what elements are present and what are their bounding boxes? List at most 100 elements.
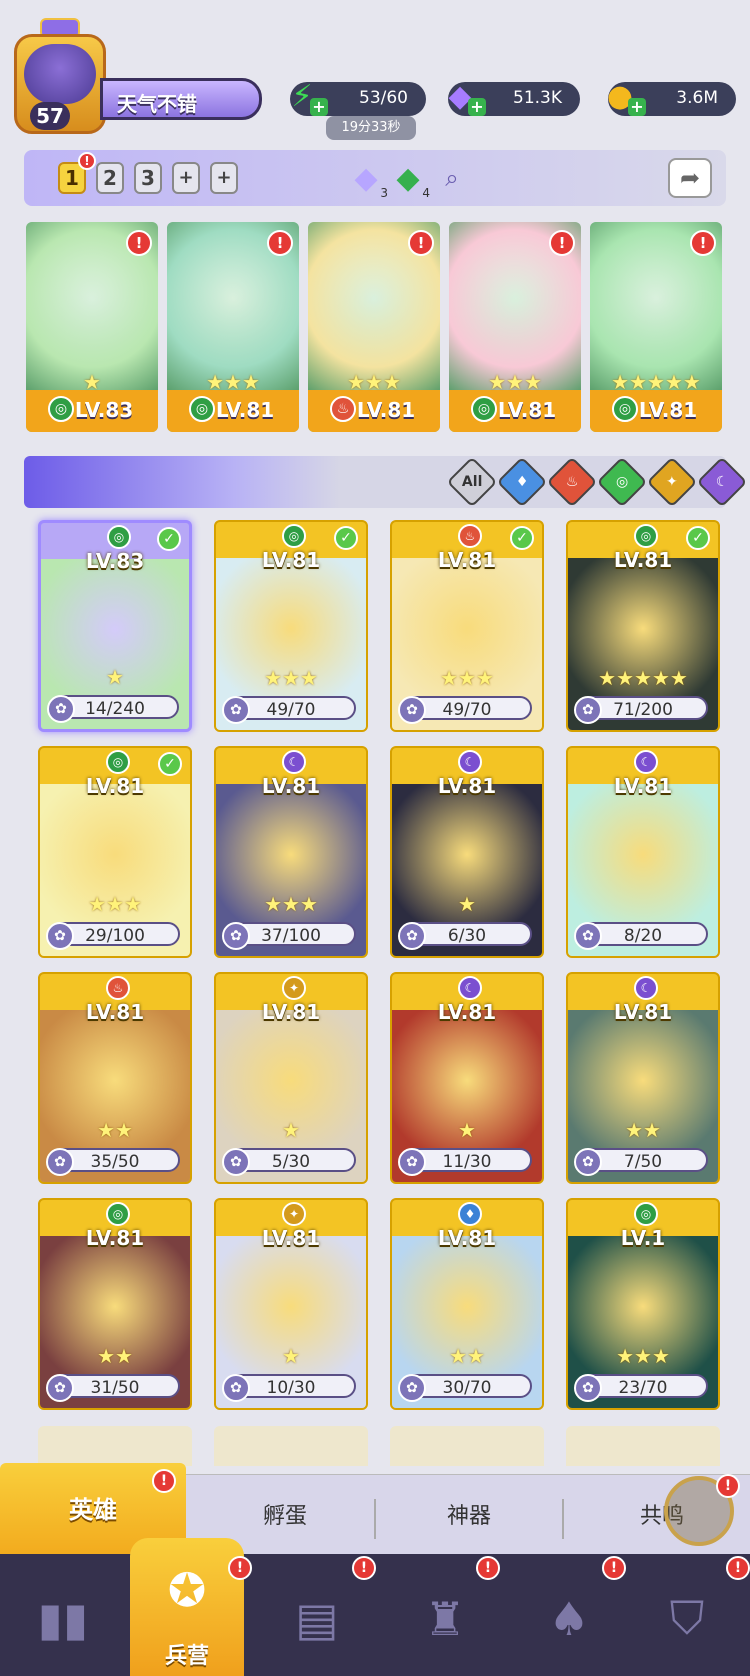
alert-badge: ! [716, 1474, 740, 1498]
hero-card[interactable]: ◎ ✓ LV.81 ★★★ 29/100 ✿ [38, 746, 192, 958]
lineup-hero-card[interactable]: ★ ◎ LV.83! [26, 222, 158, 432]
mushroom-icon[interactable]: ♠ [522, 1572, 616, 1666]
star-rating: ★ [282, 1344, 300, 1368]
hero-card[interactable]: ◎ ✓ LV.81 ★★★★★ 71/200 ✿ [566, 520, 720, 732]
star-rating: ★★★★★ [611, 370, 701, 394]
castle-icon[interactable]: ♜ [398, 1572, 492, 1666]
filter-all-button[interactable]: All [446, 456, 498, 508]
hero-card-partial[interactable] [566, 1426, 720, 1466]
gem-counter[interactable]: ◆ + 51.3K [448, 79, 580, 116]
star-rating: ★ [106, 665, 124, 689]
add-gold-icon[interactable]: + [628, 98, 646, 116]
check-icon: ✓ [158, 752, 182, 776]
shard-icon: ✿ [574, 696, 602, 724]
hero-level: LV.81 [356, 398, 416, 422]
sub-tab-bar: 英雄 ! 孵蛋 神器 共鸣 [0, 1463, 750, 1557]
star-rating: ★★ [625, 1118, 661, 1142]
nav-barracks-label: 兵营 [164, 1644, 209, 1669]
add-energy-icon[interactable]: + [310, 98, 328, 116]
shard-icon: ✿ [46, 922, 74, 950]
hero-level: LV.81 [437, 1226, 497, 1250]
hero-card[interactable]: ◎ ✓ LV.81 ★★★ 49/70 ✿ [214, 520, 368, 732]
hero-card[interactable]: ◎ ✓ LV.83 ★ 14/240 ✿ [38, 520, 192, 732]
tab-hatch[interactable]: 孵蛋 [200, 1497, 370, 1537]
shard-icon: ✿ [574, 1374, 602, 1402]
energy-counter[interactable]: ⚡ + 53/60 [290, 79, 426, 116]
star-rating: ★★ [97, 1118, 133, 1142]
hero-card[interactable]: ☾ LV.81 ★ 6/30 ✿ [390, 746, 544, 958]
hero-card-partial[interactable] [390, 1426, 544, 1466]
hero-card[interactable]: ◎ LV.1 ★★★ 23/70 ✿ [566, 1198, 720, 1410]
add-gems-icon[interactable]: + [468, 98, 486, 116]
add-team-button[interactable]: + [210, 162, 238, 194]
hero-card[interactable]: ☾ LV.81 8/20 ✿ [566, 746, 720, 958]
hero-card[interactable]: ◎ LV.81 ★★ 31/50 ✿ [38, 1198, 192, 1410]
lineup-hero-card[interactable]: ★★★ ◎ LV.81! [167, 222, 299, 432]
hero-level: LV.81 [613, 548, 673, 572]
nav-barracks[interactable]: ✪ 兵营 [130, 1538, 244, 1676]
element-icon: ◎ [634, 524, 658, 548]
alert-badge: ! [476, 1556, 500, 1580]
share-button[interactable]: ➦ [668, 158, 712, 198]
element-icon: ◎ [106, 1202, 130, 1226]
filter-wind-icon[interactable]: ◎ [596, 456, 648, 508]
star-rating: ★★★ [440, 666, 494, 690]
lineup-hero-card[interactable]: ★★★ ◎ LV.81! [449, 222, 581, 432]
shard-icon: ✿ [574, 922, 602, 950]
alert-badge: ! [152, 1469, 176, 1493]
divider [374, 1499, 376, 1539]
hero-card[interactable]: ♨ LV.81 ★★ 35/50 ✿ [38, 972, 192, 1184]
shield-icon[interactable]: ⛉ [640, 1572, 734, 1666]
lineup-hero-card[interactable]: ★★★★★ ◎ LV.81! [590, 222, 722, 432]
hero-level: LV.83 [85, 549, 145, 573]
hero-card-partial[interactable] [38, 1426, 192, 1466]
player-avatar[interactable]: 57 [10, 16, 110, 144]
hero-card[interactable]: ♦ LV.81 ★★ 30/70 ✿ [390, 1198, 544, 1410]
hero-level: LV.81 [261, 774, 321, 798]
alert-badge: ! [726, 1556, 750, 1580]
magnify-icon[interactable]: ⌕ [432, 158, 472, 198]
purple-crystal-icon[interactable]: ◆ 3 [346, 158, 388, 201]
star-rating: ★★ [449, 1344, 485, 1368]
hero-level: LV.81 [613, 774, 673, 798]
gold-value: 3.6M [676, 88, 718, 108]
filter-dark-icon[interactable]: ☾ [696, 456, 748, 508]
gems-value: 51.3K [513, 88, 562, 108]
element-icon: ✦ [282, 976, 306, 1000]
lineup-hero-card[interactable]: ★★★ ♨ LV.81! [308, 222, 440, 432]
star-rating: ★★★ [616, 1344, 670, 1368]
energy-timer: 19分33秒 [326, 116, 416, 140]
hero-card[interactable]: ☾ LV.81 ★★★ 37/100 ✿ [214, 746, 368, 958]
hero-card-partial[interactable] [214, 1426, 368, 1466]
element-icon: ♨ [106, 976, 130, 1000]
filter-fire-icon[interactable]: ♨ [546, 456, 598, 508]
team-tab-2[interactable]: 2 [96, 162, 124, 194]
player-name: 天气不错 [117, 92, 197, 116]
green-crystal-icon[interactable]: ◆ 4 [388, 158, 430, 201]
bottom-nav: ▮▮ ✪ 兵营 ! ▤ ! ♜ ! ♠ ! ⛉ ! [0, 1538, 750, 1676]
element-icon: ◎ [106, 750, 130, 774]
filter-light-icon[interactable]: ✦ [646, 456, 698, 508]
player-name-bar[interactable]: 天气不错 [100, 78, 262, 120]
element-icon: ◎ [282, 524, 306, 548]
hero-card[interactable]: ☾ LV.81 ★ 11/30 ✿ [390, 972, 544, 1184]
hero-card[interactable]: ♨ ✓ LV.81 ★★★ 49/70 ✿ [390, 520, 544, 732]
element-icon: ☾ [634, 750, 658, 774]
map-book-icon[interactable]: ▤ [270, 1572, 364, 1666]
team-selector-bar: 1 ! 2 3 + + ◆ 3 ◆ 4 ⌕ ➦ [24, 150, 726, 206]
gold-counter[interactable]: ● + 3.6M [607, 79, 736, 116]
add-team-button[interactable]: + [172, 162, 200, 194]
tab-artifacts[interactable]: 神器 [384, 1497, 554, 1537]
hero-level: LV.81 [613, 1000, 673, 1024]
element-icon: ☾ [458, 976, 482, 1000]
hero-card[interactable]: ✦ LV.81 ★ 10/30 ✿ [214, 1198, 368, 1410]
hero-level: LV.83 [74, 398, 134, 422]
team-tab-3[interactable]: 3 [134, 162, 162, 194]
hero-card[interactable]: ☾ LV.81 ★★ 7/50 ✿ [566, 972, 720, 1184]
star-rating: ★★★★★ [598, 666, 688, 690]
filter-water-icon[interactable]: ♦ [496, 456, 548, 508]
star-rating: ★★★ [206, 370, 260, 394]
star-rating: ★★★ [88, 892, 142, 916]
hero-card[interactable]: ✦ LV.81 ★ 5/30 ✿ [214, 972, 368, 1184]
cards-icon[interactable]: ▮▮ [16, 1572, 110, 1666]
